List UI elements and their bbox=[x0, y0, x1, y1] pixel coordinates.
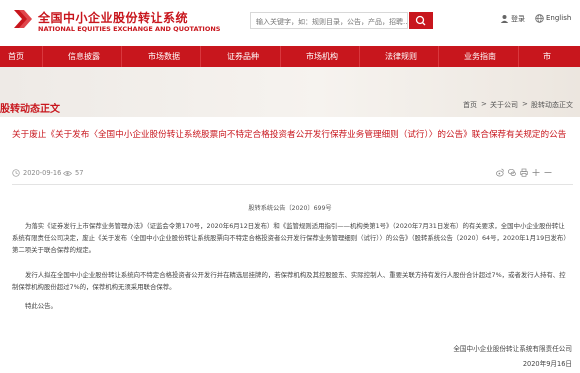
logo-title-cn[interactable]: 全国中小企业股份转让系统 bbox=[38, 9, 188, 26]
login-link[interactable]: 登录 bbox=[511, 14, 525, 24]
nav-item-securities[interactable]: 证券品种 bbox=[227, 46, 259, 67]
neeq-logo-icon[interactable] bbox=[12, 8, 32, 30]
search-button[interactable] bbox=[409, 12, 433, 29]
article-divider bbox=[12, 184, 573, 185]
font-larger-icon[interactable] bbox=[532, 168, 540, 177]
breadcrumb-home[interactable]: 首页 bbox=[463, 100, 477, 110]
signature-date: 2020年9月16日 bbox=[522, 360, 572, 368]
nav-divider bbox=[200, 46, 201, 67]
search-input[interactable] bbox=[250, 12, 408, 29]
nav-item-disclosure[interactable]: 信息披露 bbox=[68, 46, 100, 67]
nav-item-guide[interactable]: 业务指南 bbox=[464, 46, 496, 67]
nav-divider bbox=[121, 46, 122, 67]
font-smaller-icon[interactable] bbox=[544, 168, 552, 177]
breadcrumb-about[interactable]: 关于公司 bbox=[490, 100, 518, 110]
nav-item-rules[interactable]: 法律规则 bbox=[385, 46, 417, 67]
site-header: 全国中小企业股份转让系统 NATIONAL EQUITIES EXCHANGE … bbox=[0, 0, 580, 46]
article-date: 2020-09-16 bbox=[23, 169, 62, 177]
nav-divider bbox=[518, 46, 519, 67]
eye-icon bbox=[63, 171, 72, 176]
wechat-icon[interactable] bbox=[508, 168, 516, 177]
breadcrumb-separator: > bbox=[481, 100, 487, 108]
article-paragraph: 为落实《证券发行上市保荐业务管理办法》（证监会令第170号，2020年6月12日… bbox=[12, 222, 567, 254]
weibo-icon[interactable] bbox=[496, 168, 504, 177]
nav-divider bbox=[438, 46, 439, 67]
print-icon[interactable] bbox=[520, 168, 528, 177]
nav-divider bbox=[42, 46, 43, 67]
nav-item-more[interactable]: 市 bbox=[543, 46, 551, 67]
article-views: 57 bbox=[75, 169, 84, 177]
nav-divider bbox=[280, 46, 281, 67]
breadcrumb-current: 股转动态正文 bbox=[531, 101, 573, 109]
article-paragraph: 发行人拟在全国中小企业股份转让系统向不特定合格投资者公开发行并在精选层挂牌的，若… bbox=[12, 271, 566, 291]
logo-title-en[interactable]: NATIONAL EQUITIES EXCHANGE AND QUOTATION… bbox=[38, 25, 220, 33]
nav-divider bbox=[359, 46, 360, 67]
article-paragraph: 特此公告。 bbox=[25, 302, 57, 310]
doc-number: 股转系统公告〔2020〕699号 bbox=[248, 205, 332, 212]
clock-icon bbox=[12, 169, 20, 177]
main-nav: 首页 信息披露 市场数据 证券品种 市场机构 法律规则 业务指南 市 bbox=[0, 46, 580, 67]
nav-item-institutions[interactable]: 市场机构 bbox=[306, 46, 338, 67]
globe-icon bbox=[535, 14, 544, 23]
nav-item-home[interactable]: 首页 bbox=[8, 46, 24, 67]
article-title: 关于废止《关于发布〈全国中小企业股份转让系统股票向不特定合格投资者公开发行保荐业… bbox=[12, 130, 567, 140]
english-link[interactable]: English bbox=[546, 14, 571, 22]
signature-org: 全国中小企业股份转让系统有限责任公司 bbox=[453, 345, 572, 353]
breadcrumb-separator: > bbox=[522, 100, 528, 108]
user-icon bbox=[500, 15, 509, 23]
nav-item-market-data[interactable]: 市场数据 bbox=[148, 46, 180, 67]
page-title: 股转动态正文 bbox=[0, 104, 60, 115]
search-icon bbox=[415, 15, 426, 26]
